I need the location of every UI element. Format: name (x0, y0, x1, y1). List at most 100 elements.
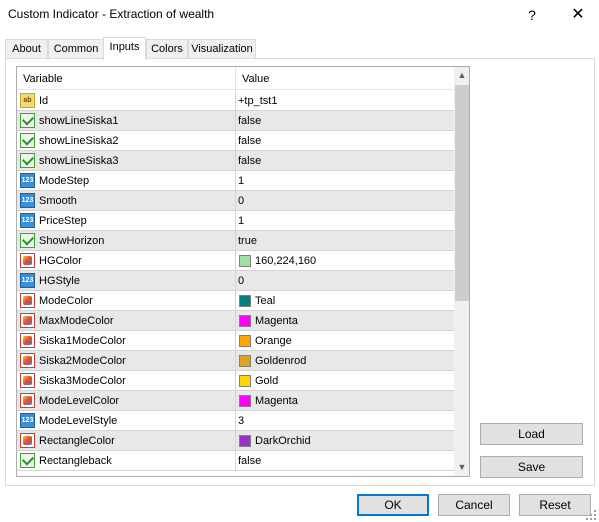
vertical-scrollbar[interactable]: ▲ ▼ (454, 67, 469, 476)
scroll-down-icon[interactable]: ▼ (454, 459, 469, 476)
column-divider (235, 171, 236, 191)
variable-value[interactable]: false (238, 455, 261, 467)
grid-row[interactable]: showLineSiska3 false (17, 151, 454, 171)
color-icon (20, 353, 35, 368)
color-icon (20, 333, 35, 348)
column-divider (235, 371, 236, 391)
grid-row[interactable]: 123 ModeStep 1 (17, 171, 454, 191)
tab-inputs[interactable]: Inputs (103, 37, 146, 60)
variable-value[interactable]: +tp_tst1 (238, 95, 277, 107)
grid-row[interactable]: Rectangleback false (17, 451, 454, 471)
grid-row[interactable]: showLineSiska2 false (17, 131, 454, 151)
variable-name: Siska3ModeColor (39, 375, 126, 387)
variable-value[interactable]: false (238, 115, 261, 127)
column-divider[interactable] (235, 67, 236, 90)
tab-about[interactable]: About (5, 39, 48, 59)
color-swatch[interactable] (239, 335, 251, 347)
color-swatch[interactable] (239, 355, 251, 367)
variable-value[interactable]: Teal (255, 295, 275, 307)
grid-row[interactable]: HGColor 160,224,160 (17, 251, 454, 271)
number-icon: 123 (20, 193, 35, 208)
column-divider (235, 251, 236, 271)
variable-value[interactable]: 160,224,160 (255, 255, 316, 267)
color-icon (20, 393, 35, 408)
grid-row[interactable]: showLineSiska1 false (17, 111, 454, 131)
tab-visualization[interactable]: Visualization (188, 39, 256, 59)
grid-row[interactable]: ShowHorizon true (17, 231, 454, 251)
variable-name: showLineSiska2 (39, 135, 119, 147)
variable-name: ModeStep (39, 175, 90, 187)
variable-value[interactable]: Magenta (255, 315, 298, 327)
variable-value[interactable]: false (238, 135, 261, 147)
column-divider (235, 191, 236, 211)
variable-value[interactable]: 1 (238, 215, 244, 227)
variable-name: HGStyle (39, 275, 80, 287)
color-icon (20, 313, 35, 328)
close-button[interactable]: ✕ (558, 2, 598, 28)
color-swatch[interactable] (239, 295, 251, 307)
variable-value[interactable]: true (238, 235, 257, 247)
ok-button[interactable]: OK (357, 494, 429, 516)
variable-name: Siska2ModeColor (39, 355, 126, 367)
reset-button[interactable]: Reset (519, 494, 591, 516)
grid-row[interactable]: Siska3ModeColor Gold (17, 371, 454, 391)
bool-icon (20, 233, 35, 248)
variable-name: ModeLevelColor (39, 395, 120, 407)
scroll-up-icon[interactable]: ▲ (454, 67, 469, 84)
column-divider (235, 431, 236, 451)
variable-value[interactable]: Goldenrod (255, 355, 306, 367)
variable-value[interactable]: Magenta (255, 395, 298, 407)
variable-value[interactable]: 0 (238, 275, 244, 287)
variable-value[interactable]: Orange (255, 335, 292, 347)
load-button[interactable]: Load (480, 423, 583, 445)
variable-name: showLineSiska1 (39, 115, 119, 127)
grid-row[interactable]: 123 ModeLevelStyle 3 (17, 411, 454, 431)
grid-header: Variable Value (17, 67, 454, 90)
bool-icon (20, 453, 35, 468)
grid-row[interactable]: ModeColor Teal (17, 291, 454, 311)
variable-value[interactable]: 1 (238, 175, 244, 187)
cancel-button[interactable]: Cancel (438, 494, 510, 516)
color-swatch[interactable] (239, 375, 251, 387)
grid-row[interactable]: MaxModeColor Magenta (17, 311, 454, 331)
column-divider (235, 331, 236, 351)
grid-row[interactable]: 123 PriceStep 1 (17, 211, 454, 231)
column-header-variable[interactable]: Variable (23, 73, 63, 85)
column-divider (235, 111, 236, 131)
color-icon (20, 373, 35, 388)
color-swatch[interactable] (239, 315, 251, 327)
variable-value[interactable]: DarkOrchid (255, 435, 311, 447)
grid-row[interactable]: 123 Smooth 0 (17, 191, 454, 211)
color-swatch[interactable] (239, 255, 251, 267)
save-button[interactable]: Save (480, 456, 583, 478)
text-icon: ab (20, 93, 35, 108)
column-divider (235, 291, 236, 311)
grid-row[interactable]: ab Id +tp_tst1 (17, 91, 454, 111)
column-divider (235, 351, 236, 371)
variable-value[interactable]: false (238, 155, 261, 167)
color-swatch[interactable] (239, 395, 251, 407)
column-header-value[interactable]: Value (242, 73, 269, 85)
variable-name: ModeColor (39, 295, 93, 307)
grid-row[interactable]: Siska2ModeColor Goldenrod (17, 351, 454, 371)
tab-colors[interactable]: Colors (146, 39, 188, 59)
variable-value[interactable]: 0 (238, 195, 244, 207)
variable-value[interactable]: Gold (255, 375, 278, 387)
variable-name: ModeLevelStyle (39, 415, 118, 427)
variable-name: PriceStep (39, 215, 87, 227)
resize-grip-icon[interactable] (586, 510, 596, 520)
tab-common[interactable]: Common (48, 39, 104, 59)
number-icon: 123 (20, 413, 35, 428)
grid-rows: ab Id +tp_tst1 showLineSiska1 false showLineS… (17, 91, 454, 471)
column-divider (235, 131, 236, 151)
grid-row[interactable]: RectangleColor DarkOrchid (17, 431, 454, 451)
variable-value[interactable]: 3 (238, 415, 244, 427)
color-icon (20, 253, 35, 268)
color-swatch[interactable] (239, 435, 251, 447)
scrollbar-thumb[interactable] (455, 85, 469, 301)
grid-row[interactable]: ModeLevelColor Magenta (17, 391, 454, 411)
help-button[interactable]: ? (512, 2, 552, 28)
variable-name: RectangleColor (39, 435, 115, 447)
grid-row[interactable]: 123 HGStyle 0 (17, 271, 454, 291)
grid-row[interactable]: Siska1ModeColor Orange (17, 331, 454, 351)
